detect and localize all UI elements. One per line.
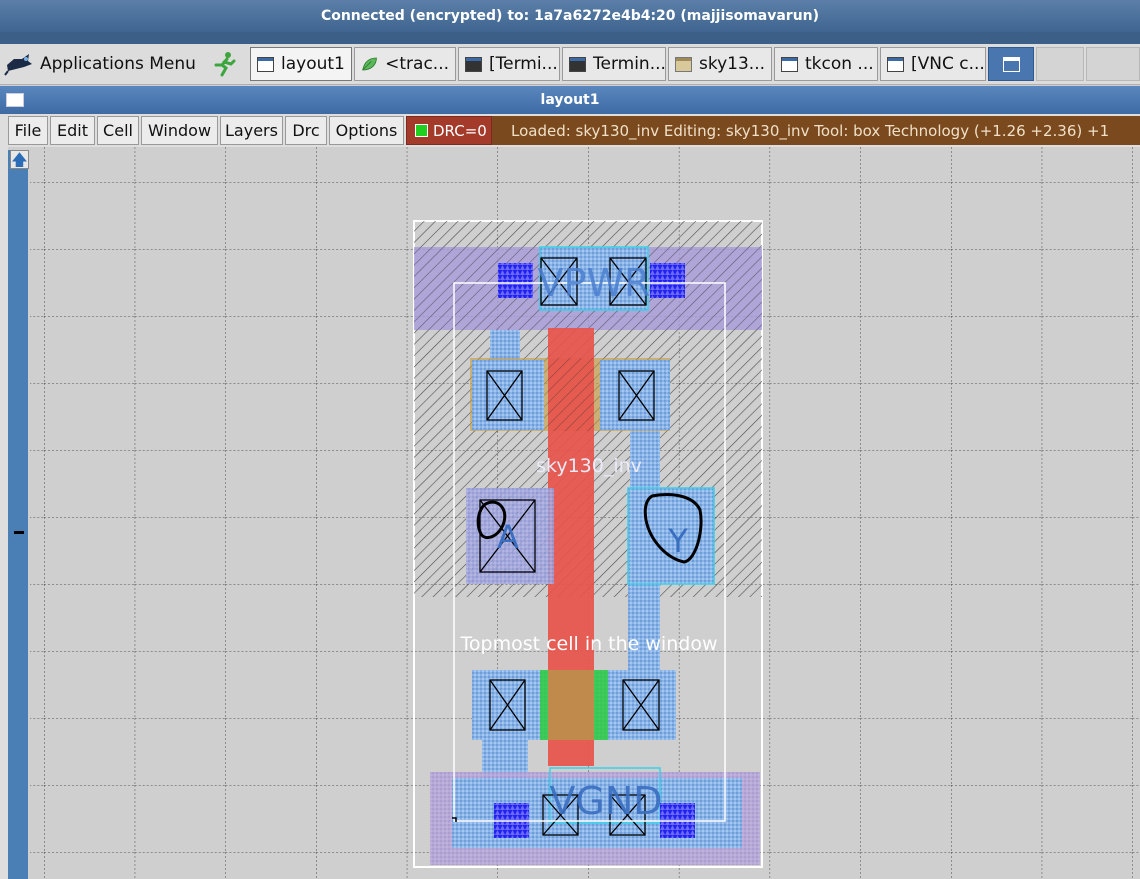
task-layout1[interactable]: layout1 bbox=[250, 47, 352, 81]
status-bar: Loaded: sky130_inv Editing: sky130_inv T… bbox=[492, 116, 1140, 145]
leaf-icon bbox=[362, 57, 377, 71]
topmost-cell-label: Topmost cell in the window bbox=[460, 633, 718, 655]
left-edge bbox=[0, 147, 8, 879]
menu-drc[interactable]: Drc bbox=[285, 116, 327, 145]
task-terminal-1[interactable]: [Termi... bbox=[458, 47, 560, 81]
menu-options[interactable]: Options bbox=[329, 116, 404, 145]
cell-name-label: sky130_inv bbox=[536, 455, 642, 477]
terminal-icon bbox=[465, 56, 482, 72]
applications-menu-label: Applications Menu bbox=[40, 54, 196, 74]
task-folder-sky130[interactable]: sky13... bbox=[668, 47, 772, 81]
taskbar: Applications Menu layout1 <trac... [Term… bbox=[0, 44, 1140, 85]
pin-y-label: Y bbox=[667, 522, 688, 560]
window-menu-icon[interactable] bbox=[6, 93, 24, 107]
terminal-icon bbox=[569, 56, 586, 72]
window-icon bbox=[887, 56, 904, 72]
vertical-scrollbar[interactable] bbox=[8, 150, 28, 879]
window-icon bbox=[781, 56, 798, 72]
task-label: layout1 bbox=[281, 54, 345, 74]
workspace-2[interactable] bbox=[1086, 47, 1140, 81]
task-show-desktop[interactable] bbox=[988, 47, 1034, 81]
task-label: sky13... bbox=[699, 54, 765, 74]
status-text: Loaded: sky130_inv Editing: sky130_inv T… bbox=[511, 121, 1110, 140]
scrollbar-thumb[interactable] bbox=[14, 531, 24, 534]
vnc-title-bar: Connected (encrypted) to: 1a7a6272e4b4:2… bbox=[0, 0, 1140, 32]
task-label: tkcon ... bbox=[805, 54, 874, 74]
task-tkcon[interactable]: tkcon ... bbox=[774, 47, 878, 81]
task-terminal-2[interactable]: Termin... bbox=[562, 47, 666, 81]
task-label: <trac... bbox=[385, 54, 449, 74]
drc-indicator[interactable]: DRC=0 bbox=[406, 116, 492, 145]
task-label: Termin... bbox=[593, 54, 666, 74]
menu-cell[interactable]: Cell bbox=[97, 116, 139, 145]
layout-drawing: VPWR VGND A Y sky130_inv Topmost cell in… bbox=[30, 147, 1140, 879]
pin-a-label: A bbox=[497, 518, 519, 556]
task-label: [VNC c... bbox=[911, 54, 985, 74]
scroll-up-arrow-icon[interactable]: 🡅 bbox=[10, 150, 29, 169]
running-man-icon bbox=[214, 52, 236, 77]
menu-window[interactable]: Window bbox=[141, 116, 218, 145]
vpwr-label: VPWR bbox=[538, 261, 651, 305]
task-tracker[interactable]: <trac... bbox=[354, 47, 456, 81]
mouse-logo-icon bbox=[4, 54, 32, 76]
menu-layers[interactable]: Layers bbox=[220, 116, 283, 145]
window-icon bbox=[1002, 56, 1020, 72]
window-title: layout1 bbox=[540, 92, 600, 108]
vgnd-label: VGND bbox=[549, 779, 662, 823]
task-vnc[interactable]: [VNC c... bbox=[880, 47, 986, 81]
vnc-title: Connected (encrypted) to: 1a7a6272e4b4:2… bbox=[320, 8, 820, 24]
workspace-1[interactable] bbox=[1036, 47, 1084, 81]
applications-menu-button[interactable]: Applications Menu bbox=[4, 47, 238, 81]
menu-edit[interactable]: Edit bbox=[50, 116, 95, 145]
window-title-bar: layout1 bbox=[0, 86, 1140, 114]
menu-file[interactable]: File bbox=[8, 116, 48, 145]
drc-label: DRC=0 bbox=[433, 121, 487, 140]
layout-canvas[interactable]: VPWR VGND A Y sky130_inv Topmost cell in… bbox=[30, 147, 1140, 879]
window-icon bbox=[257, 56, 274, 72]
task-label: [Termi... bbox=[489, 54, 558, 74]
menu-bar: File Edit Cell Window Layers Drc Options… bbox=[0, 114, 1140, 147]
folder-icon bbox=[675, 56, 692, 72]
vnc-gap bbox=[0, 32, 1140, 44]
drc-check-icon bbox=[415, 124, 428, 137]
